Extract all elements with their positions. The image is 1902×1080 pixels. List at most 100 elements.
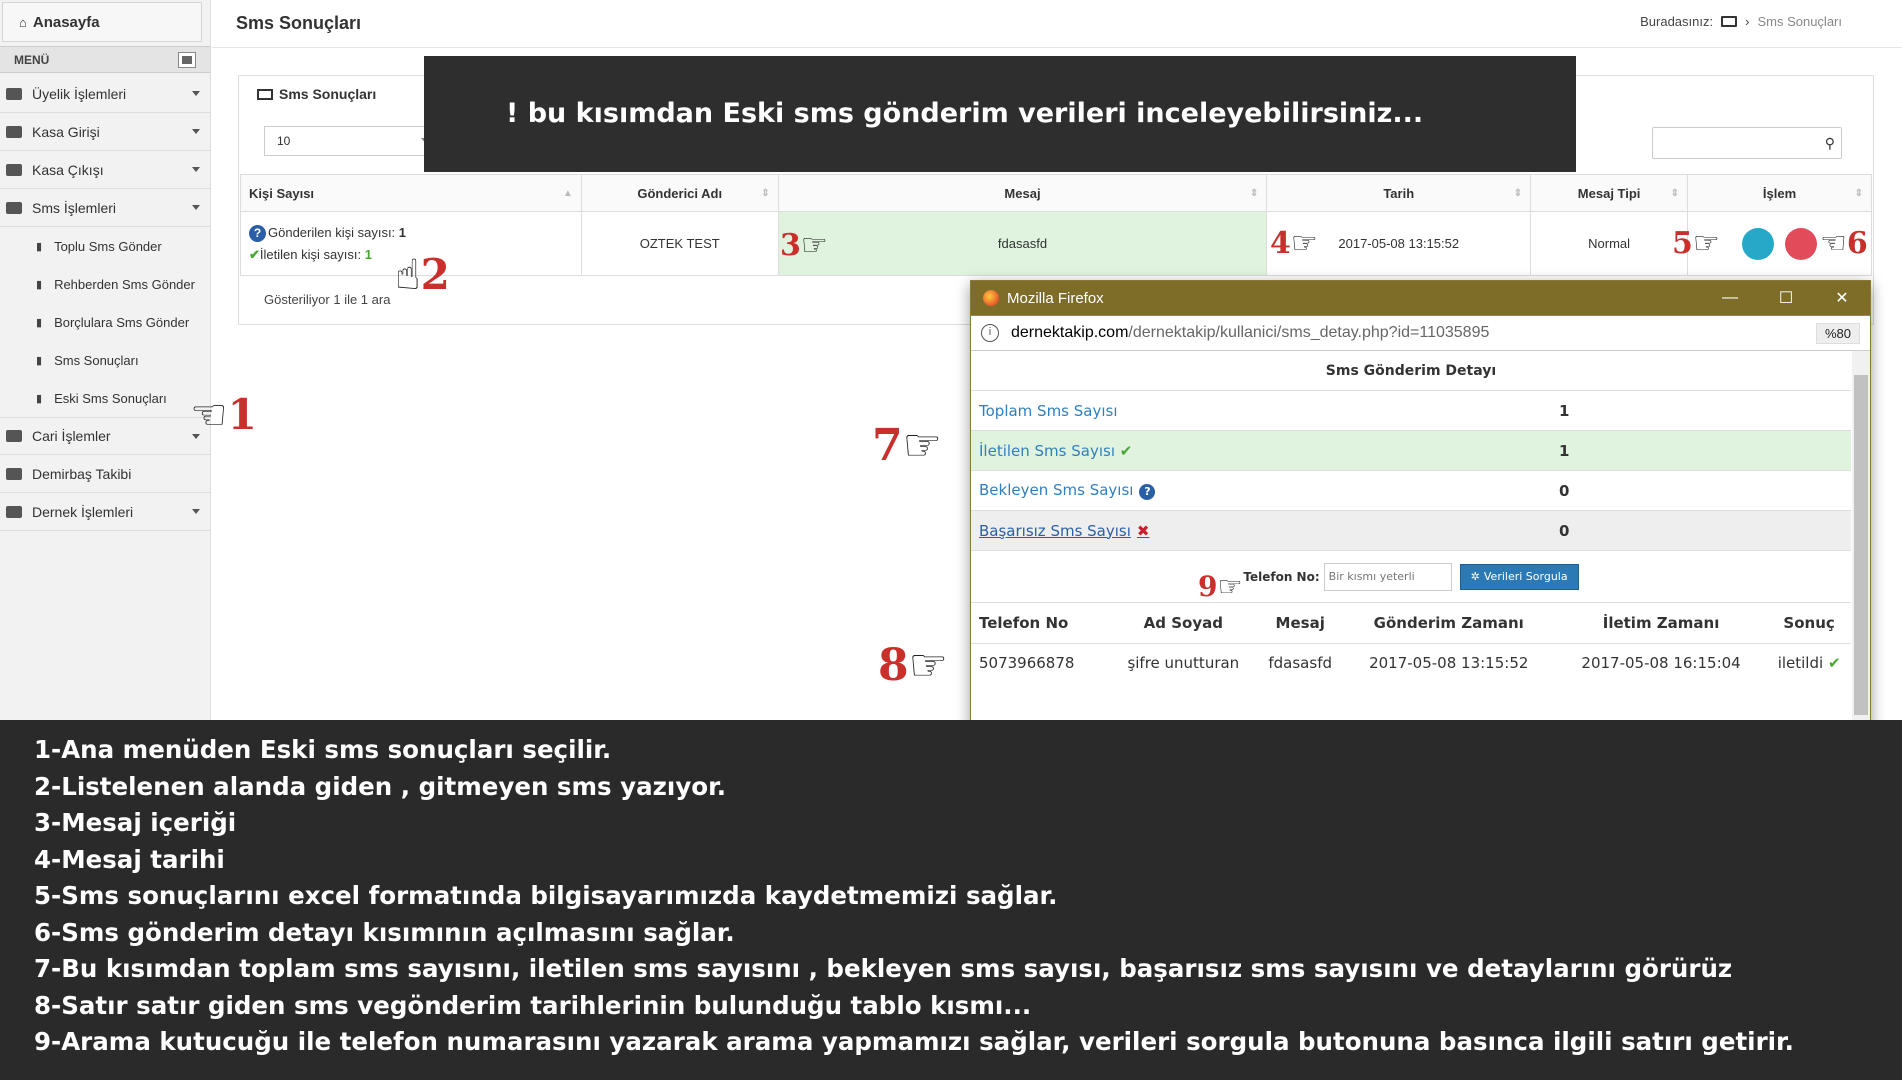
refresh-icon: ✲: [1470, 570, 1480, 583]
column-header[interactable]: İşlem ⇕: [1687, 174, 1872, 212]
name-cell: şifre unutturan: [1127, 654, 1240, 673]
column-header: Sonuç: [1767, 603, 1851, 644]
phone-cell: 5073966878: [979, 654, 1075, 673]
sidebar-subitem-label: Eski Sms Sonuçları: [54, 390, 167, 406]
sidebar-subitem-label: Borçlulara Sms Gönder: [54, 314, 190, 330]
detail-open-icon[interactable]: [1785, 227, 1818, 260]
url-bar[interactable]: i dernektakip.com/dernektakip/kullanici/…: [971, 315, 1870, 351]
pointing-hand-icon: ☞: [1692, 226, 1720, 261]
column-header: Ad Soyad: [1108, 603, 1258, 644]
sidebar-toggle-icon[interactable]: [178, 51, 196, 68]
send-icon: ▮: [36, 316, 43, 329]
column-header[interactable]: Mesaj Tipi ⇕: [1530, 174, 1689, 212]
table-footer-info: Gösteriliyor 1 ile 1 ara: [264, 292, 391, 307]
stat-row-delivered: İletilen Sms Sayısı ✔ 1: [971, 431, 1851, 471]
minimize-icon[interactable]: —: [1702, 281, 1758, 315]
zoom-indicator[interactable]: %80: [1815, 323, 1860, 344]
sidebar-subitem-toplu-sms[interactable]: ▮ Toplu Sms Gönder: [0, 227, 210, 265]
check-icon: ✔: [1827, 654, 1841, 673]
sidebar-item-uyelik[interactable]: Üyelik İşlemleri: [0, 75, 210, 113]
sidebar-subitem-eski-sms[interactable]: ▮ Eski Sms Sonuçları: [0, 379, 210, 417]
menu-header: MENÜ: [0, 46, 210, 73]
firefox-logo-icon: [983, 290, 999, 306]
breadcrumb-current[interactable]: Sms Sonuçları: [1757, 14, 1842, 29]
note-line: 5-Sms sonuçlarını excel formatında bilgi…: [34, 881, 1058, 910]
query-button[interactable]: ✲ Verileri Sorgula: [1459, 563, 1579, 590]
home-icon: ⌂: [19, 14, 27, 30]
scrollbar-thumb[interactable]: [1854, 375, 1868, 715]
send-icon: ▮: [36, 240, 43, 253]
sidebar-item-demirbas[interactable]: Demirbaş Takibi: [0, 455, 210, 493]
stat-row-total: Toplam Sms Sayısı 1: [971, 391, 1851, 431]
note-line: 4-Mesaj tarihi: [34, 844, 225, 874]
sidebar-item-kasa-cikisi[interactable]: Kasa Çıkışı: [0, 151, 210, 189]
stat-label[interactable]: Toplam Sms Sayısı: [979, 402, 1118, 420]
barcode-icon: [6, 467, 22, 480]
column-header: Telefon No: [971, 603, 1109, 644]
table-search-input[interactable]: ⚲: [1652, 127, 1842, 159]
note-line: 6-Sms gönderim detayı kısımının açılması…: [34, 917, 735, 947]
sms-results-table: Kişi Sayısı ▲ Gönderici Adı ⇕ Mesaj ⇕ Tarih…: [240, 174, 1872, 276]
phone-search-input[interactable]: [1323, 562, 1452, 591]
pointing-hand-icon: ☞: [902, 420, 943, 471]
column-header[interactable]: Gönderici Adı ⇕: [580, 174, 779, 212]
home-button[interactable]: ⌂ Anasayfa: [2, 2, 202, 42]
sidebar-item-sms[interactable]: Sms İşlemleri: [0, 189, 210, 227]
result-cell: iletildi ✔: [1777, 654, 1841, 673]
message-cell: fdasasfd: [1268, 654, 1332, 673]
sidebar-item-label: Kasa Çıkışı: [32, 161, 104, 178]
info-icon[interactable]: i: [981, 324, 999, 342]
sidebar-subitem-label: Sms Sonuçları: [54, 352, 139, 368]
maximize-icon[interactable]: ☐: [1758, 281, 1814, 315]
stat-label-wrap[interactable]: İletilen Sms Sayısı ✔: [979, 442, 1132, 460]
question-icon: ?: [249, 224, 266, 242]
marker-3: 3 ☞: [780, 228, 828, 263]
sort-icon: ⇕: [1249, 188, 1259, 199]
table-header-row: Kişi Sayısı ▲ Gönderici Adı ⇕ Mesaj ⇕ Tarih…: [240, 174, 1872, 212]
page-size-value: 10: [277, 134, 291, 148]
chevron-right-icon: ›: [1745, 14, 1750, 29]
excel-export-icon[interactable]: [1741, 227, 1774, 260]
marker-number: 7: [872, 420, 903, 471]
sort-icon: ⇕: [1670, 188, 1680, 199]
sidebar-item-dernek[interactable]: Dernek İşlemleri: [0, 493, 210, 531]
sort-icon: ⇕: [761, 188, 770, 199]
note-line: 9-Arama kutucuğu ile telefon numarasını …: [34, 1027, 1794, 1056]
sidebar-subitem-borclulara[interactable]: ▮ Borçlulara Sms Gönder: [0, 303, 210, 341]
sidebar-item-cari[interactable]: Cari İşlemler: [0, 417, 210, 455]
stat-value: 0: [1559, 521, 1570, 540]
check-icon: ✔: [249, 246, 260, 262]
menu-header-label: MENÜ: [14, 52, 50, 67]
marker-1: ☜ 1: [190, 390, 257, 439]
marker-number: 2: [420, 250, 450, 299]
marker-number: 8: [878, 640, 909, 691]
column-header: Gönderim Zamanı: [1342, 603, 1555, 644]
stat-label-wrap[interactable]: Başarısız Sms Sayısı ✖: [979, 522, 1149, 540]
user-icon: [6, 87, 22, 100]
note-line: 7-Bu kısımdan toplam sms sayısını, ileti…: [34, 954, 1733, 983]
pointing-hand-icon: ☝: [395, 250, 421, 299]
detail-title: Sms Gönderim Detayı: [971, 351, 1851, 391]
sidebar-item-kasa-girisi[interactable]: Kasa Girişi: [0, 113, 210, 151]
monitor-icon[interactable]: [1721, 16, 1738, 27]
sms-detail-table: Telefon No Ad Soyad Mesaj Gönderim Zaman…: [971, 603, 1851, 683]
stat-label-wrap[interactable]: Bekleyen Sms Sayısı?: [979, 481, 1156, 500]
delivery-time-cell: 2017-05-08 16:15:04: [1581, 654, 1741, 673]
popup-content: Sms Gönderim Detayı Toplam Sms Sayısı 1 …: [971, 351, 1851, 751]
note-line: 2-Listelenen alanda giden , gitmeyen sms…: [34, 771, 727, 801]
sidebar-subitem-sms-sonuclari[interactable]: ▮ Sms Sonuçları: [0, 341, 210, 379]
marker-7: 7 ☞: [872, 420, 942, 471]
envelope-icon: [6, 201, 22, 214]
x-mark-icon: ✖: [1136, 521, 1150, 540]
url-host: dernektakip.com: [1011, 324, 1129, 341]
sidebar-subitem-rehber[interactable]: ▮ Rehberden Sms Gönder: [0, 265, 210, 303]
home-label: Anasayfa: [32, 13, 100, 31]
stat-value: 0: [1559, 481, 1570, 500]
page-size-select[interactable]: 10: [264, 126, 444, 156]
popup-scrollbar[interactable]: [1852, 351, 1870, 751]
column-header[interactable]: Kişi Sayısı ▲: [240, 174, 582, 212]
close-icon[interactable]: ✕: [1814, 281, 1870, 315]
column-header[interactable]: Mesaj ⇕: [777, 174, 1268, 212]
sidebar-item-label: Üyelik İşlemleri: [32, 85, 127, 102]
column-header[interactable]: Tarih ⇕: [1266, 174, 1532, 212]
